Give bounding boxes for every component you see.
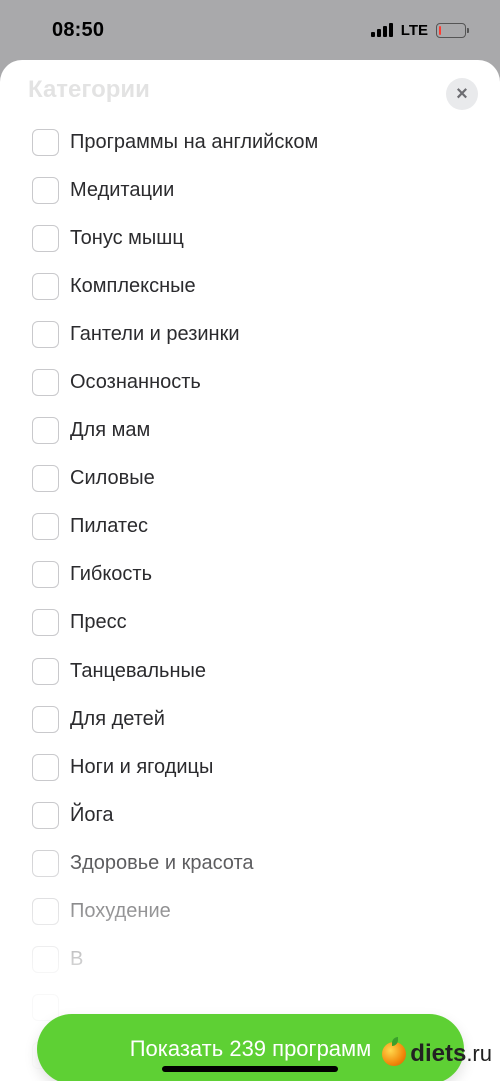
category-label: Пилатес	[70, 515, 148, 538]
category-checkbox[interactable]	[32, 946, 59, 974]
category-checkbox[interactable]	[32, 369, 59, 397]
category-item[interactable]: Программы на английском	[32, 118, 500, 166]
category-checkbox[interactable]	[32, 513, 59, 541]
category-label: Тонус мышц	[70, 226, 184, 249]
category-item[interactable]: Гибкость	[32, 551, 500, 599]
categories-sheet: Категории × Программы на английском Медит…	[0, 60, 500, 1081]
category-checkbox[interactable]	[32, 753, 59, 781]
category-checkbox[interactable]	[32, 898, 59, 926]
category-checkbox[interactable]	[32, 657, 59, 685]
category-checkbox[interactable]	[32, 705, 59, 733]
category-item[interactable]: Танцевальные	[32, 647, 500, 695]
apple-logo-icon	[382, 1037, 407, 1066]
watermark-tld: .ru	[466, 1041, 492, 1066]
category-label: Программы на английском	[70, 130, 319, 153]
close-button[interactable]: ×	[446, 78, 478, 110]
category-label: Комплексные	[70, 274, 196, 297]
watermark-brand: diets	[410, 1040, 467, 1067]
category-label: Для мам	[70, 419, 151, 442]
network-type: LTE	[400, 21, 428, 39]
category-checkbox[interactable]	[32, 272, 59, 300]
category-item[interactable]: Медитации	[32, 166, 500, 214]
category-checkbox[interactable]	[32, 465, 59, 493]
category-checkbox[interactable]	[32, 176, 59, 204]
battery-icon	[436, 22, 469, 38]
status-indicators: LTE	[370, 21, 469, 39]
category-label: Гантели и резинки	[70, 322, 240, 345]
show-programs-label: Показать 239 программ	[129, 1036, 372, 1061]
category-checkbox[interactable]	[32, 320, 59, 348]
category-item[interactable]: Похудение	[32, 888, 500, 936]
sheet-title: Категории	[28, 76, 150, 103]
category-item[interactable]: Силовые	[32, 455, 500, 503]
category-checkbox[interactable]	[32, 417, 59, 445]
category-item[interactable]: Ноги и ягодицы	[32, 743, 500, 791]
category-label: Ноги и ягодицы	[70, 755, 214, 778]
battery-level	[439, 25, 441, 35]
category-label: Гибкость	[70, 563, 153, 586]
category-item[interactable]: Здоровье и красота	[32, 839, 500, 887]
status-time: 08:50	[52, 18, 105, 41]
signal-icon	[370, 23, 393, 37]
category-label: Йога	[70, 803, 114, 826]
category-checkbox[interactable]	[32, 849, 59, 877]
category-item[interactable]: Гантели и резинки	[32, 310, 500, 358]
category-label: Танцевальные	[70, 659, 206, 682]
category-list: Программы на английском Медитации Тонус мы…	[32, 118, 500, 1080]
category-label: Осознанность	[70, 371, 201, 394]
category-item[interactable]: Комплексные	[32, 262, 500, 310]
home-indicator	[162, 1066, 338, 1072]
category-item[interactable]: Для детей	[32, 695, 500, 743]
category-checkbox[interactable]	[32, 128, 59, 156]
category-label: Пресс	[70, 611, 127, 634]
category-label: В	[70, 948, 84, 971]
status-bar: 08:50 LTE	[0, 0, 500, 60]
category-label: Силовые	[70, 467, 155, 490]
category-checkbox[interactable]	[32, 561, 59, 589]
category-item[interactable]: Осознанность	[32, 358, 500, 406]
category-checkbox[interactable]	[32, 801, 59, 829]
close-icon: ×	[456, 82, 468, 105]
category-item[interactable]: Пресс	[32, 599, 500, 647]
category-label: Здоровье и красота	[70, 851, 254, 874]
category-item[interactable]: В	[32, 936, 500, 984]
category-label: Для детей	[70, 707, 165, 730]
diets-watermark: diets.ru	[382, 1037, 492, 1068]
category-item[interactable]: Для мам	[32, 407, 500, 455]
category-checkbox[interactable]	[32, 224, 59, 252]
category-item[interactable]: Пилатес	[32, 503, 500, 551]
category-label: Медитации	[70, 178, 175, 201]
category-checkbox[interactable]	[32, 609, 59, 637]
category-label: Похудение	[70, 900, 171, 923]
category-item[interactable]: Йога	[32, 791, 500, 839]
category-item[interactable]: Тонус мышц	[32, 214, 500, 262]
